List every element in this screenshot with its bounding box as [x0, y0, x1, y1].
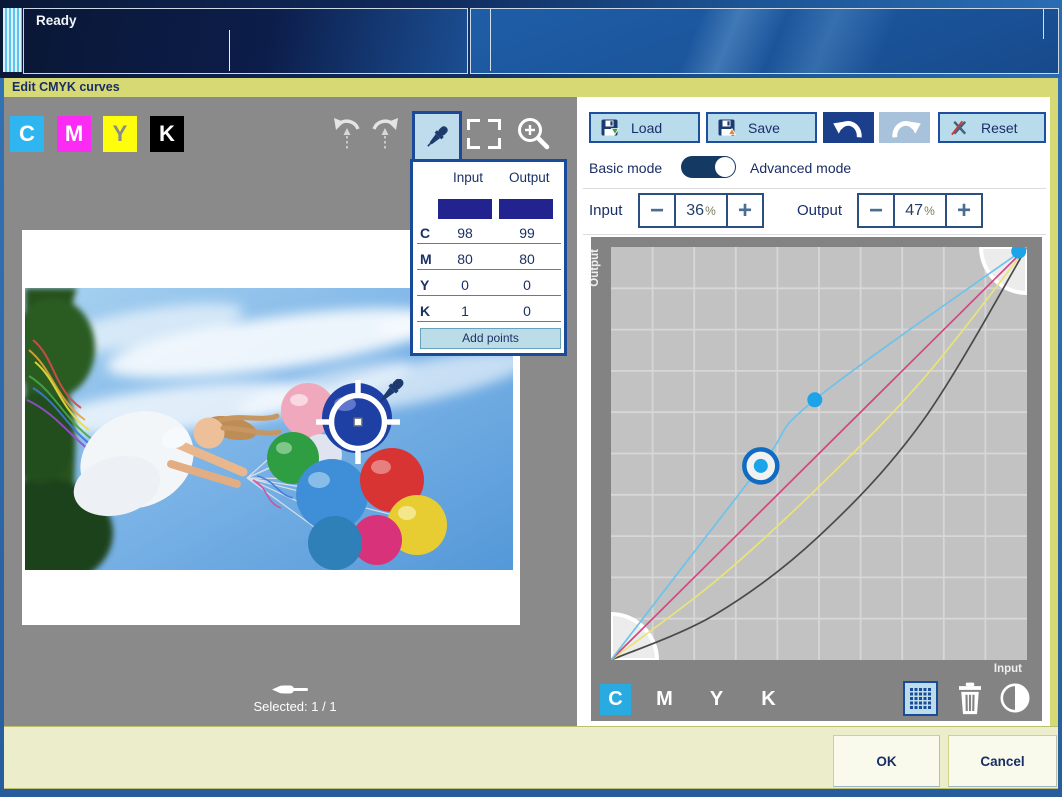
row-k-label: K: [420, 303, 436, 319]
reset-icon: [950, 118, 969, 137]
output-color-swatch: [499, 199, 553, 219]
input-stepper: − 36% +: [638, 193, 764, 228]
popup-output-header: Output: [509, 170, 550, 185]
eyedropper-tool-button[interactable]: [412, 111, 462, 163]
zoom-tool-button[interactable]: [512, 113, 554, 155]
delete-point-button[interactable]: [955, 681, 985, 716]
y-axis-label: Output: [589, 249, 601, 287]
contrast-icon: [999, 682, 1031, 714]
eyedropper-icon: [423, 123, 451, 151]
reset-button[interactable]: Reset: [938, 112, 1046, 143]
selected-count-text: Selected: 1 / 1: [220, 699, 370, 714]
load-label: Load: [631, 120, 662, 136]
toggle-knob: [715, 157, 735, 177]
input-value[interactable]: 36%: [676, 195, 726, 226]
undo-button[interactable]: [823, 112, 874, 143]
magnifier-plus-icon: [514, 115, 552, 153]
color-picker-crosshair[interactable]: [315, 379, 407, 467]
curve-tab-c[interactable]: C: [600, 684, 631, 715]
output-stepper: − 47% +: [857, 193, 983, 228]
invert-curve-button[interactable]: [999, 682, 1031, 714]
rotate-right-icon: [370, 116, 400, 152]
top-status-bar: Ready: [0, 0, 1062, 78]
dialog-title-bar: Edit CMYK curves: [4, 78, 1058, 97]
curve-plot-area[interactable]: [611, 247, 1027, 660]
trash-icon: [955, 681, 985, 716]
load-button[interactable]: Load: [589, 112, 700, 143]
status-stripe-decoration: [3, 8, 22, 72]
output-decrement-button[interactable]: −: [859, 195, 895, 226]
rotate-left-icon: [332, 116, 362, 152]
output-value[interactable]: 47%: [895, 195, 945, 226]
row-y-label: Y: [420, 277, 436, 293]
row-m-input: 80: [443, 251, 487, 267]
mode-toggle[interactable]: [681, 156, 736, 178]
input-decrement-button[interactable]: −: [640, 195, 676, 226]
rotate-left-button[interactable]: [330, 114, 364, 154]
undo-icon: [833, 115, 865, 141]
row-k-output: 0: [505, 303, 549, 319]
redo-button[interactable]: [879, 112, 930, 143]
rotate-right-button[interactable]: [368, 114, 402, 154]
marquee-icon: [467, 119, 480, 130]
grid-snap-button[interactable]: [903, 681, 938, 716]
marquee-select-button[interactable]: [467, 119, 501, 149]
curve-tab-m[interactable]: M: [649, 684, 680, 715]
input-stepper-label: Input: [589, 202, 622, 219]
row-c-label: C: [420, 225, 436, 241]
output-stepper-label: Output: [797, 202, 842, 219]
channel-swatch-y[interactable]: Y: [103, 116, 137, 152]
channel-swatch-c[interactable]: C: [10, 116, 44, 152]
row-y-output: 0: [505, 277, 549, 293]
input-increment-button[interactable]: +: [726, 195, 762, 226]
status-panel-divider: [229, 30, 230, 71]
edit-cmyk-curves-dialog: Ready Edit CMYK curves C M Y K: [0, 0, 1062, 797]
redo-icon: [889, 115, 921, 141]
reset-label: Reset: [981, 120, 1018, 136]
status-text: Ready: [36, 13, 77, 28]
save-button[interactable]: Save: [706, 112, 817, 143]
row-y-input: 0: [443, 277, 487, 293]
advanced-mode-label: Advanced mode: [750, 160, 851, 176]
row-c-output: 99: [505, 225, 549, 241]
row-c-input: 98: [443, 225, 487, 241]
channel-swatch-k[interactable]: K: [150, 116, 184, 152]
picker-indicator-icon: [272, 683, 312, 696]
basic-mode-label: Basic mode: [589, 160, 662, 176]
dialog-footer: OK Cancel: [4, 726, 1058, 789]
output-increment-button[interactable]: +: [945, 195, 981, 226]
secondary-panel-divider: [490, 9, 491, 71]
row-m-output: 80: [505, 251, 549, 267]
curve-tab-k[interactable]: K: [753, 684, 784, 715]
ok-button[interactable]: OK: [833, 735, 940, 787]
curve-tab-y[interactable]: Y: [701, 684, 732, 715]
secondary-status-panel: [470, 8, 1059, 74]
picked-color-popup: Input Output C 98 99 M 80 80 Y 0 0 K 1 0…: [410, 159, 567, 356]
cancel-button[interactable]: Cancel: [948, 735, 1057, 787]
popup-input-header: Input: [453, 170, 483, 185]
grid-icon: [910, 688, 931, 709]
secondary-panel-divider-right: [1043, 9, 1044, 39]
save-floppy-icon: [718, 119, 736, 137]
eyedropper-cursor-icon: [377, 379, 406, 405]
x-axis-label: Input: [962, 663, 1022, 675]
add-points-button[interactable]: Add points: [420, 328, 561, 349]
right-border-strip: [1050, 97, 1058, 726]
load-floppy-icon: [601, 119, 619, 137]
input-color-swatch: [438, 199, 492, 219]
row-k-input: 1: [443, 303, 487, 319]
save-label: Save: [748, 120, 780, 136]
dialog-title: Edit CMYK curves: [12, 80, 120, 94]
row-m-label: M: [420, 251, 436, 267]
status-panel: Ready: [23, 8, 468, 74]
channel-swatch-m[interactable]: M: [57, 116, 91, 152]
